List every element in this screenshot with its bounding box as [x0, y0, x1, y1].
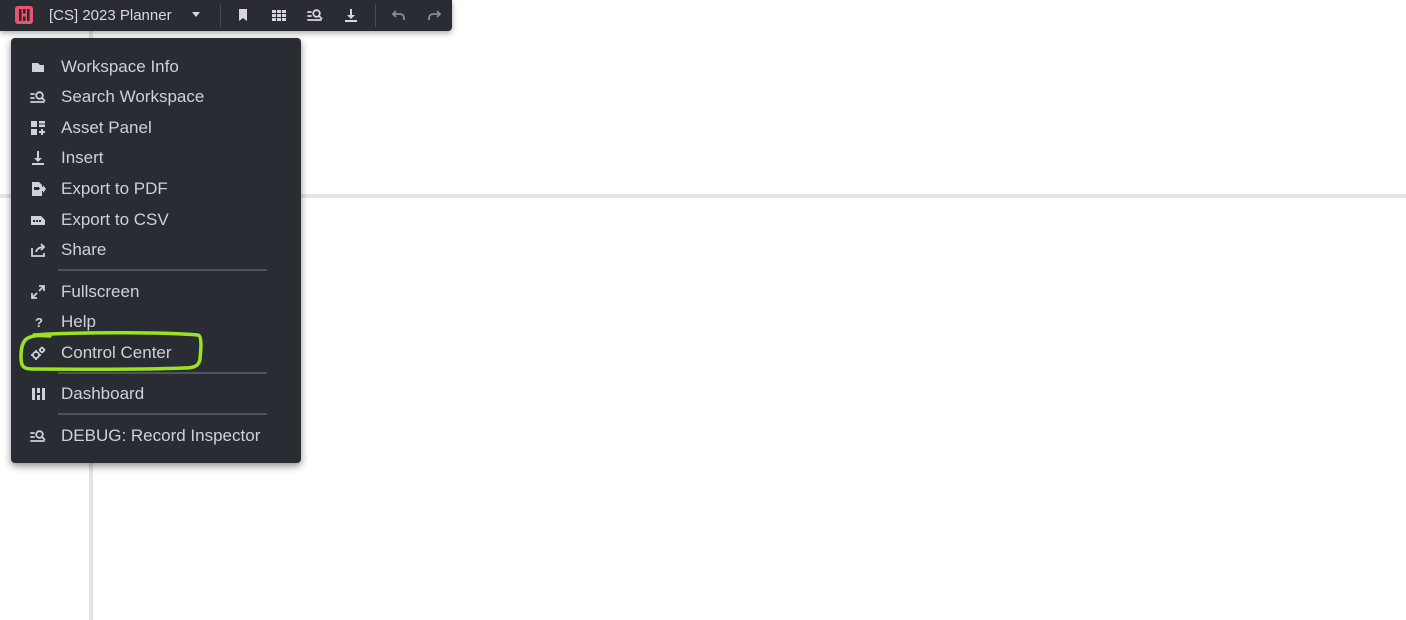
menu-divider	[58, 269, 267, 271]
menu-item-fullscreen[interactable]: Fullscreen	[11, 278, 301, 306]
grid-icon[interactable]	[271, 7, 287, 23]
menu-item-insert[interactable]: Insert	[11, 144, 301, 172]
menu-item-search-workspace[interactable]: Search Workspace	[11, 83, 301, 111]
undo-icon[interactable]	[391, 7, 407, 23]
help-icon: ?	[30, 314, 46, 330]
menu-item-label: Export to PDF	[61, 179, 168, 198]
app-logo-icon[interactable]	[14, 5, 34, 25]
menu-item-label: Workspace Info	[61, 57, 179, 76]
menu-divider	[58, 413, 267, 415]
menu-item-label: Share	[61, 240, 107, 259]
menu-item-label: Help	[61, 312, 96, 331]
bookmark-icon[interactable]	[235, 7, 251, 23]
menu-item-export-pdf[interactable]: Export to PDF	[11, 175, 301, 203]
top-toolbar: [CS] 2023 Planner	[0, 0, 452, 31]
export-pdf-icon	[30, 181, 46, 197]
menu-item-workspace-info[interactable]: Workspace Info	[11, 53, 301, 81]
asset-panel-icon	[30, 120, 46, 136]
toolbar-divider	[375, 4, 376, 27]
search-records-icon[interactable]	[307, 7, 323, 23]
search-records-icon	[30, 89, 46, 105]
redo-icon[interactable]	[426, 7, 442, 23]
menu-item-export-csv[interactable]: Export to CSV	[11, 206, 301, 234]
fullscreen-icon	[30, 284, 46, 300]
menu-item-help[interactable]: ? Help	[11, 308, 301, 336]
menu-item-label: Export to CSV	[61, 210, 169, 229]
svg-text:?: ?	[35, 315, 43, 330]
menu-item-label: Insert	[61, 148, 104, 167]
workspace-dropdown-menu: Workspace Info Search Workspace Asset Pa…	[11, 38, 301, 463]
menu-item-label: Control Center	[61, 343, 172, 362]
menu-item-asset-panel[interactable]: Asset Panel	[11, 114, 301, 142]
download-icon[interactable]	[343, 7, 359, 23]
folder-icon	[30, 59, 46, 75]
menu-item-label: DEBUG: Record Inspector	[61, 426, 261, 445]
menu-item-debug-record-inspector[interactable]: DEBUG: Record Inspector	[11, 422, 301, 450]
menu-item-control-center[interactable]: Control Center	[11, 339, 301, 367]
dashboard-icon	[30, 386, 46, 402]
share-icon	[30, 242, 46, 258]
menu-item-label: Dashboard	[61, 384, 145, 403]
menu-item-dashboard[interactable]: Dashboard	[11, 380, 301, 408]
menu-item-label: Asset Panel	[61, 118, 152, 137]
workspace-title[interactable]: [CS] 2023 Planner	[49, 7, 172, 24]
menu-item-label: Fullscreen	[61, 282, 140, 301]
search-records-icon	[30, 428, 46, 444]
toolbar-divider	[220, 4, 221, 27]
menu-item-share[interactable]: Share	[11, 236, 301, 264]
menu-item-label: Search Workspace	[61, 87, 205, 106]
menu-divider	[58, 372, 267, 374]
gears-icon	[30, 345, 46, 361]
export-csv-icon	[30, 212, 46, 228]
chevron-down-icon[interactable]	[192, 12, 200, 17]
insert-icon	[30, 150, 46, 166]
